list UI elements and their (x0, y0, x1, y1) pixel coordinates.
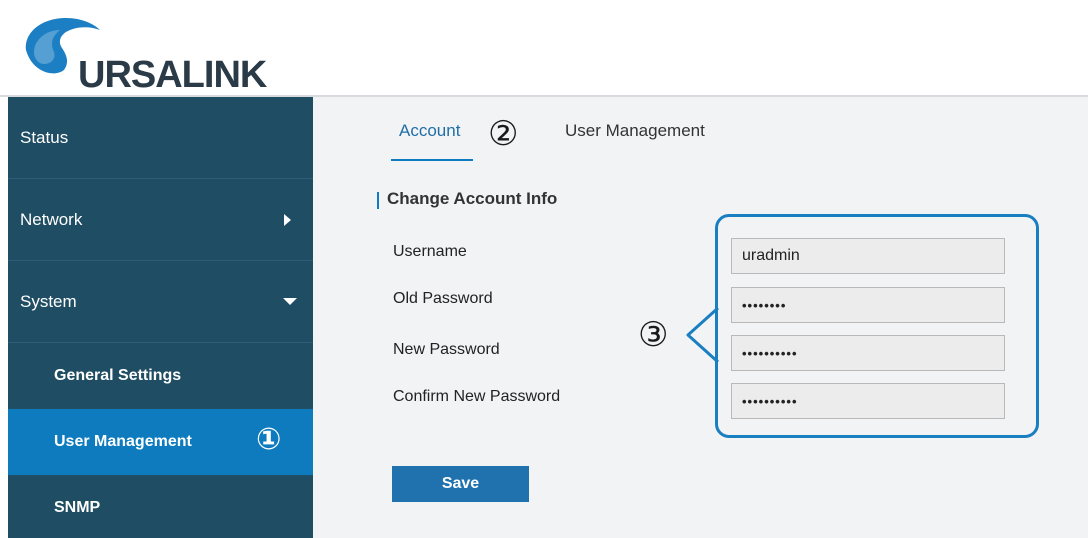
old-password-label: Old Password (393, 290, 493, 307)
tab-account[interactable]: Account (399, 121, 460, 141)
sidebar-item-system[interactable]: System (8, 261, 313, 343)
header: URSALINK (0, 0, 1088, 96)
sidebar-item-label: User Management (54, 433, 192, 450)
step-marker-2: ② (488, 114, 519, 154)
sidebar: Status Network System General Settings U… (8, 97, 313, 538)
sidebar-item-status[interactable]: Status (8, 97, 313, 179)
sidebar-item-label: General Settings (54, 367, 182, 384)
sidebar-item-label: SNMP (54, 499, 101, 516)
sidebar-item-network[interactable]: Network (8, 179, 313, 261)
sidebar-item-label: Network (20, 209, 83, 229)
callout-pointer-icon (686, 306, 720, 364)
step-marker-3: ③ (638, 315, 669, 355)
sidebar-item-snmp[interactable]: SNMP (8, 475, 313, 538)
chevron-down-icon (283, 297, 297, 305)
new-password-label: New Password (393, 341, 500, 358)
fields-highlight-box (715, 214, 1039, 438)
username-label: Username (393, 243, 467, 260)
sidebar-item-label: System (20, 291, 77, 311)
confirm-new-password-label: Confirm New Password (393, 388, 561, 405)
step-marker-1: ① (256, 422, 282, 457)
sidebar-item-general-settings[interactable]: General Settings (8, 343, 313, 409)
main-content: Account ② User Management Change Account… (313, 97, 1088, 538)
save-button[interactable]: Save (392, 466, 529, 502)
sidebar-item-user-management[interactable]: User Management ① (8, 409, 313, 475)
active-tab-indicator (391, 159, 473, 161)
logo-text: URSALINK (78, 54, 267, 96)
section-title: Change Account Info (387, 189, 558, 208)
chevron-right-icon (284, 213, 291, 226)
ursalink-logo: URSALINK (20, 12, 280, 96)
tab-user-management[interactable]: User Management (565, 121, 705, 141)
sidebar-item-label: Status (20, 127, 69, 147)
